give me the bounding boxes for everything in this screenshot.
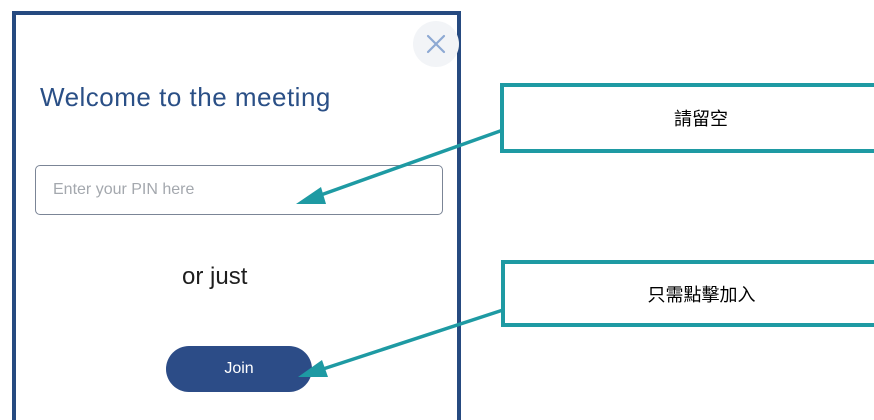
- callout-leave-blank: 請留空: [500, 83, 874, 153]
- or-just-text: or just: [182, 263, 248, 290]
- welcome-title: Welcome to the meeting: [40, 82, 331, 112]
- close-button[interactable]: [413, 21, 459, 67]
- tutorial-screenshot: Welcome to the meeting or just Join 請留空 …: [0, 0, 874, 420]
- pin-input[interactable]: [35, 165, 443, 215]
- callout-leave-blank-label: 請留空: [674, 109, 728, 130]
- callout-just-click-join: 只需點擊加入: [501, 260, 874, 327]
- join-button[interactable]: Join: [166, 346, 312, 392]
- callout-just-click-join-label: 只需點擊加入: [647, 284, 756, 306]
- close-icon: [426, 34, 446, 54]
